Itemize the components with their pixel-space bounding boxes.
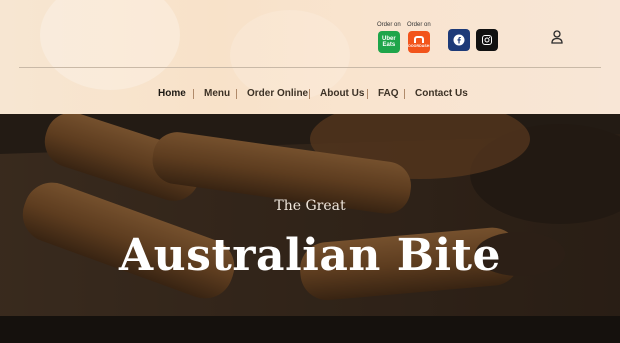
nav-menu[interactable]: Menu	[204, 86, 230, 102]
nav-faq[interactable]: FAQ	[378, 86, 399, 102]
instagram-link[interactable]	[476, 29, 498, 51]
nav-separator	[236, 89, 237, 99]
hero-title: Australian Bite	[119, 230, 501, 281]
main-nav: Home Menu Order Online About Us FAQ Cont…	[0, 86, 620, 102]
nav-separator	[367, 89, 368, 99]
nav-order-online[interactable]: Order Online	[247, 86, 308, 102]
order-uber-eats[interactable]: Order on Uber Eats	[377, 22, 401, 53]
doordash-badge[interactable]: DOORDASH	[407, 31, 430, 53]
nav-separator	[404, 89, 405, 99]
facebook-icon	[453, 34, 465, 46]
uber-eats-badge[interactable]: Uber Eats	[377, 31, 400, 53]
facebook-link[interactable]	[448, 29, 470, 51]
nav-home[interactable]: Home	[158, 86, 186, 102]
hero-kicker: The Great	[274, 198, 346, 214]
next-section-edge	[0, 316, 620, 343]
user-icon[interactable]	[551, 30, 563, 44]
instagram-icon	[482, 35, 492, 45]
nav-separator	[309, 89, 310, 99]
header-decoration	[40, 0, 180, 90]
nav-separator	[193, 89, 194, 99]
hero-overlay	[0, 114, 620, 316]
doordash-icon	[413, 36, 424, 43]
order-on-label: Order on	[407, 22, 431, 28]
hero-banner: The Great Australian Bite	[0, 114, 620, 316]
order-on-label: Order on	[377, 22, 401, 28]
site-header: Order on Uber Eats Order on DOORDASH Hom…	[0, 0, 620, 114]
nav-contact-us[interactable]: Contact Us	[415, 86, 468, 102]
header-divider	[19, 67, 601, 68]
order-doordash[interactable]: Order on DOORDASH	[407, 22, 431, 53]
nav-about-us[interactable]: About Us	[320, 86, 364, 102]
